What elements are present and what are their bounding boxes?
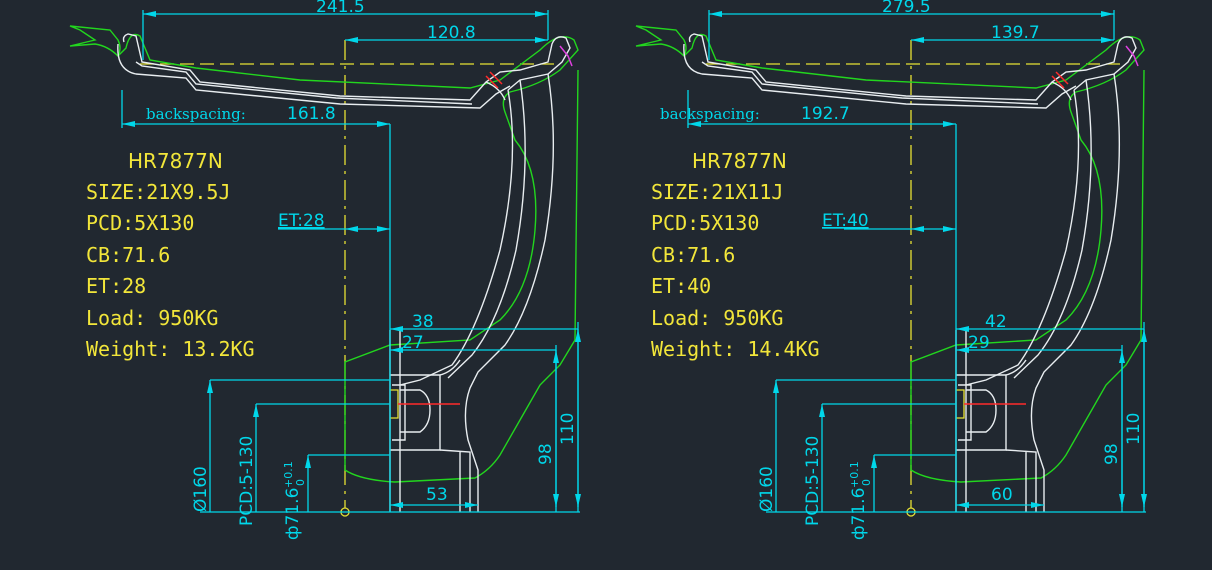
- height-98-dim: 98: [536, 443, 556, 465]
- hub-width-dim: 60: [991, 485, 1013, 505]
- diameter-160-dim: Ø160: [757, 466, 777, 512]
- size-spec: SIZE:21X9.5J: [86, 180, 231, 204]
- model-label: HR7877N: [128, 149, 223, 173]
- backspacing-label: backspacing:: [660, 105, 760, 123]
- weight-spec: Weight: 14.4KG: [651, 337, 820, 361]
- backspacing-dim: 192.7: [801, 104, 850, 124]
- overall-width-dim: 241.5: [316, 0, 365, 17]
- flange-b-dim: 29: [968, 333, 990, 353]
- half-width-dim: 139.7: [991, 23, 1040, 43]
- rim-drawing-right: HR7877N SIZE:21X11J PCD:5X130 CB:71.6 ET…: [635, 0, 1148, 540]
- pcd-vertical-dim: PCD:5-130: [803, 436, 823, 526]
- cb-tolerance-lower: 0: [860, 479, 873, 486]
- flange-a-dim: 42: [985, 312, 1007, 332]
- center-bore-dim: ф71.6: [283, 488, 303, 540]
- size-spec: SIZE:21X11J: [651, 180, 783, 204]
- load-spec: Load: 950KG: [86, 306, 218, 330]
- cb-tolerance-lower: 0: [294, 479, 307, 486]
- et-dim: ET:28: [278, 211, 325, 231]
- backspacing-label: backspacing:: [146, 105, 246, 123]
- weight-spec: Weight: 13.2KG: [86, 337, 255, 361]
- load-spec: Load: 950KG: [651, 306, 783, 330]
- et-spec: ET:40: [651, 274, 711, 298]
- diameter-160-dim: Ø160: [191, 466, 211, 512]
- cad-canvas: HR7877N SIZE:21X9.5J PCD:5X130 CB:71.6 E…: [69, 0, 1148, 540]
- height-110-dim: 110: [558, 413, 578, 445]
- flange-b-dim: 27: [402, 333, 424, 353]
- overall-width-dim: 279.5: [882, 0, 931, 17]
- cb-spec: CB:71.6: [651, 243, 735, 267]
- cb-spec: CB:71.6: [86, 243, 170, 267]
- backspacing-dim: 161.8: [287, 104, 336, 124]
- center-bore-dim: ф71.6: [849, 488, 869, 540]
- flange-a-dim: 38: [412, 312, 434, 332]
- height-98-dim: 98: [1102, 443, 1122, 465]
- model-label: HR7877N: [692, 149, 787, 173]
- pcd-vertical-dim: PCD:5-130: [237, 436, 257, 526]
- pcd-spec: PCD:5X130: [86, 211, 194, 235]
- half-width-dim: 120.8: [427, 23, 476, 43]
- hub-width-dim: 53: [426, 485, 448, 505]
- pcd-spec: PCD:5X130: [651, 211, 759, 235]
- height-110-dim: 110: [1124, 413, 1144, 445]
- cad-drawing-sheet: HR7877N SIZE:21X9.5J PCD:5X130 CB:71.6 E…: [0, 0, 1212, 570]
- et-dim: ET:40: [822, 211, 869, 231]
- et-spec: ET:28: [86, 274, 146, 298]
- rim-drawing-left: HR7877N SIZE:21X9.5J PCD:5X130 CB:71.6 E…: [69, 0, 582, 540]
